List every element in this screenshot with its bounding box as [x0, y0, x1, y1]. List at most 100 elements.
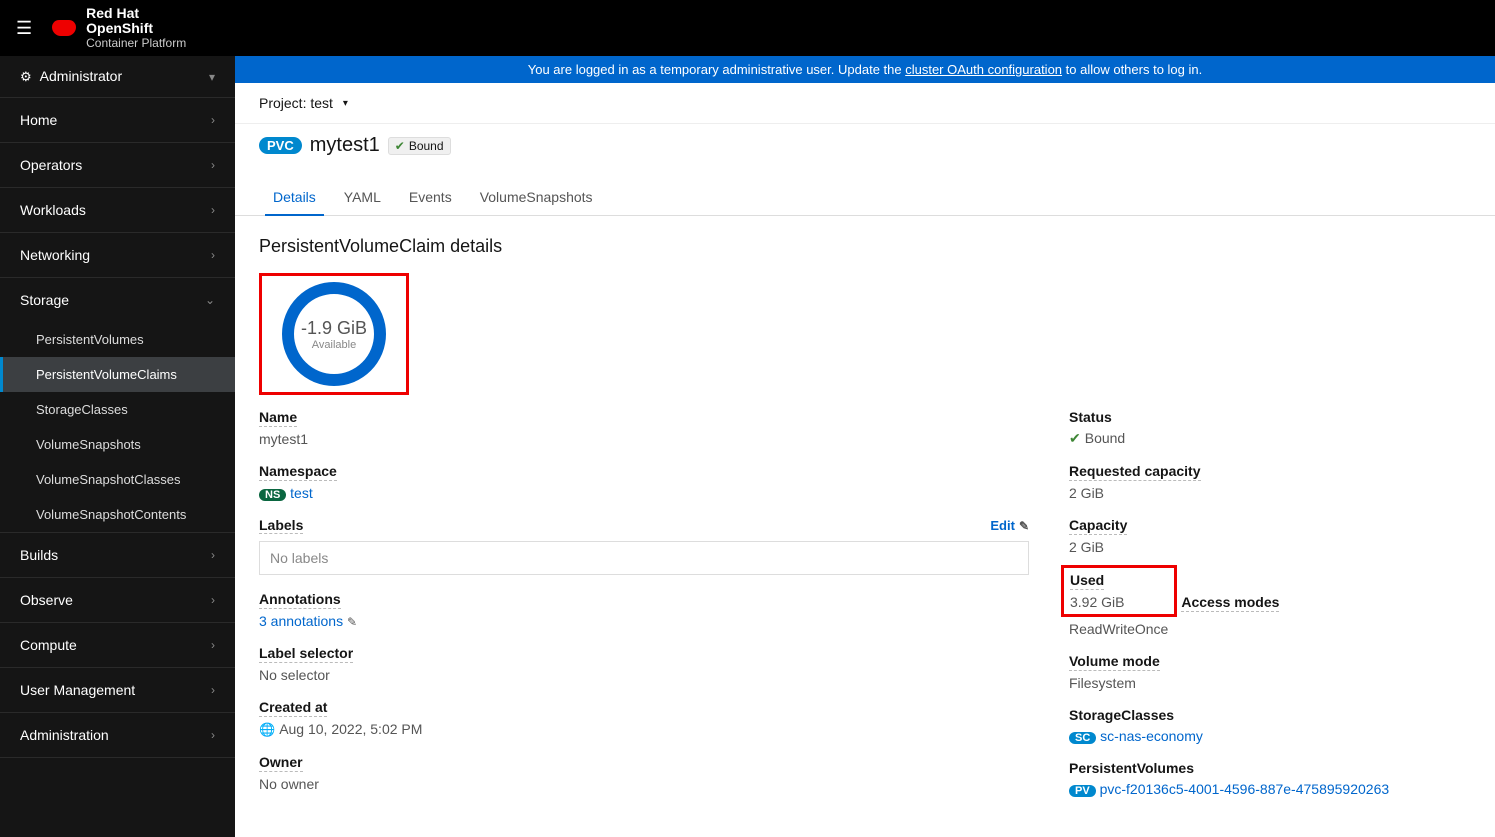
- tab-volumesnapshots[interactable]: VolumeSnapshots: [466, 179, 607, 215]
- nav-home[interactable]: Home ›: [0, 98, 235, 142]
- namespace-link[interactable]: test: [290, 485, 313, 501]
- nav-observe-label: Observe: [20, 592, 73, 608]
- tabs: Details YAML Events VolumeSnapshots: [235, 179, 1495, 216]
- nav-storage-label: Storage: [20, 292, 69, 308]
- chevron-right-icon: ›: [211, 683, 215, 697]
- requested-capacity-label: Requested capacity: [1069, 463, 1201, 481]
- nav-operators-label: Operators: [20, 157, 82, 173]
- labels-empty: No labels: [259, 541, 1029, 575]
- annotations-link[interactable]: 3 annotations: [259, 613, 343, 629]
- capacity-label: Capacity: [1069, 517, 1127, 535]
- access-modes-value: ReadWriteOnce: [1069, 621, 1471, 637]
- nav-user-management[interactable]: User Management ›: [0, 668, 235, 712]
- edit-labels-link[interactable]: Edit ✎: [990, 518, 1029, 533]
- nav-compute[interactable]: Compute ›: [0, 623, 235, 667]
- caret-down-icon: ▾: [343, 98, 348, 109]
- status-text: Bound: [409, 139, 444, 153]
- created-at-value: Aug 10, 2022, 5:02 PM: [279, 721, 422, 737]
- persistentvolumes-label: PersistentVolumes: [1069, 760, 1194, 777]
- check-icon: ✔: [395, 139, 405, 153]
- created-at-label: Created at: [259, 699, 327, 717]
- nav-storage-sc[interactable]: StorageClasses: [0, 392, 235, 427]
- storageclasses-label: StorageClasses: [1069, 707, 1174, 724]
- status-label: Status: [1069, 409, 1112, 426]
- chevron-right-icon: ›: [211, 158, 215, 172]
- perspective-label: Administrator: [40, 68, 122, 84]
- brand: Red HatOpenShift Container Platform: [52, 6, 186, 50]
- check-icon: ✔: [1069, 430, 1081, 446]
- main-content: You are logged in as a temporary adminis…: [235, 56, 1495, 837]
- brand-line1b: OpenShift: [86, 20, 153, 36]
- nav-storage-pv[interactable]: PersistentVolumes: [0, 322, 235, 357]
- chevron-right-icon: ›: [211, 548, 215, 562]
- nav-builds-label: Builds: [20, 547, 58, 563]
- tab-details[interactable]: Details: [259, 179, 330, 215]
- nav-storage-vs[interactable]: VolumeSnapshots: [0, 427, 235, 462]
- chevron-down-icon: ⌄: [205, 293, 215, 307]
- nav-operators[interactable]: Operators ›: [0, 143, 235, 187]
- nav-home-label: Home: [20, 112, 57, 128]
- pv-badge: PV: [1069, 785, 1096, 797]
- chevron-right-icon: ›: [211, 593, 215, 607]
- project-selector[interactable]: Project: test ▾: [235, 83, 1495, 124]
- owner-label: Owner: [259, 754, 303, 772]
- chevron-right-icon: ›: [211, 203, 215, 217]
- owner-value: No owner: [259, 776, 1029, 792]
- nav-user-mgmt-label: User Management: [20, 682, 135, 698]
- project-label: Project: test: [259, 95, 333, 111]
- chevron-right-icon: ›: [211, 638, 215, 652]
- labels-label: Labels: [259, 517, 303, 534]
- nav-administration[interactable]: Administration›: [0, 713, 235, 757]
- pencil-icon[interactable]: ✎: [347, 615, 357, 629]
- pvc-badge: PVC: [259, 137, 302, 154]
- access-modes-label: Access modes: [1181, 594, 1279, 612]
- banner-post: to allow others to log in.: [1062, 62, 1202, 77]
- volume-mode-label: Volume mode: [1069, 653, 1160, 671]
- used-label: Used: [1070, 572, 1104, 590]
- persistentvolume-link[interactable]: pvc-f20136c5-4001-4596-887e-475895920263: [1100, 781, 1390, 797]
- status-value: Bound: [1085, 430, 1125, 446]
- nav-workloads[interactable]: Workloads ›: [0, 188, 235, 232]
- sc-badge: SC: [1069, 732, 1096, 744]
- status-pill: ✔ Bound: [388, 137, 451, 155]
- redhat-logo-icon: [52, 20, 76, 36]
- volume-mode-value: Filesystem: [1069, 675, 1471, 691]
- storageclass-link[interactable]: sc-nas-economy: [1100, 728, 1203, 744]
- chevron-right-icon: ›: [211, 113, 215, 127]
- nav-observe[interactable]: Observe ›: [0, 578, 235, 622]
- login-banner: You are logged in as a temporary adminis…: [235, 56, 1495, 83]
- label-selector-value: No selector: [259, 667, 1029, 683]
- namespace-label: Namespace: [259, 463, 337, 481]
- perspective-switcher[interactable]: ⚙Administrator ▾: [0, 56, 235, 97]
- nav-workloads-label: Workloads: [20, 202, 86, 218]
- name-label: Name: [259, 409, 297, 427]
- top-bar: ☰ Red HatOpenShift Container Platform: [0, 0, 1495, 56]
- tab-events[interactable]: Events: [395, 179, 466, 215]
- menu-toggle-icon[interactable]: ☰: [16, 18, 32, 39]
- annotations-label: Annotations: [259, 591, 341, 609]
- used-highlight: Used 3.92 GiB: [1061, 565, 1177, 617]
- banner-link[interactable]: cluster OAuth configuration: [905, 62, 1062, 77]
- label-selector-label: Label selector: [259, 645, 353, 663]
- sidebar: ⚙Administrator ▾ Home› Operators› Worklo…: [0, 56, 235, 837]
- nav-storage-vsc[interactable]: VolumeSnapshotClasses: [0, 462, 235, 497]
- pencil-icon: ✎: [1019, 519, 1029, 533]
- section-heading: PersistentVolumeClaim details: [259, 236, 1471, 257]
- requested-capacity-value: 2 GiB: [1069, 485, 1471, 501]
- nav-builds[interactable]: Builds ›: [0, 533, 235, 577]
- tab-yaml[interactable]: YAML: [330, 179, 395, 215]
- ns-badge: NS: [259, 489, 286, 501]
- title-row: PVC mytest1 ✔ Bound: [235, 124, 1495, 165]
- nav-storage-vscont[interactable]: VolumeSnapshotContents: [0, 497, 235, 532]
- capacity-donut: -1.9 GiB Available: [282, 282, 386, 386]
- donut-value: -1.9 GiB: [301, 318, 367, 339]
- brand-line1a: Red Hat: [86, 5, 139, 21]
- globe-icon: 🌐: [259, 722, 275, 737]
- gear-icon: ⚙: [20, 69, 32, 84]
- nav-networking[interactable]: Networking›: [0, 233, 235, 277]
- nav-compute-label: Compute: [20, 637, 77, 653]
- nav-networking-label: Networking: [20, 247, 90, 263]
- nav-storage-pvc[interactable]: PersistentVolumeClaims: [0, 357, 235, 392]
- name-value: mytest1: [259, 431, 1029, 447]
- nav-storage[interactable]: Storage ⌄: [0, 278, 235, 322]
